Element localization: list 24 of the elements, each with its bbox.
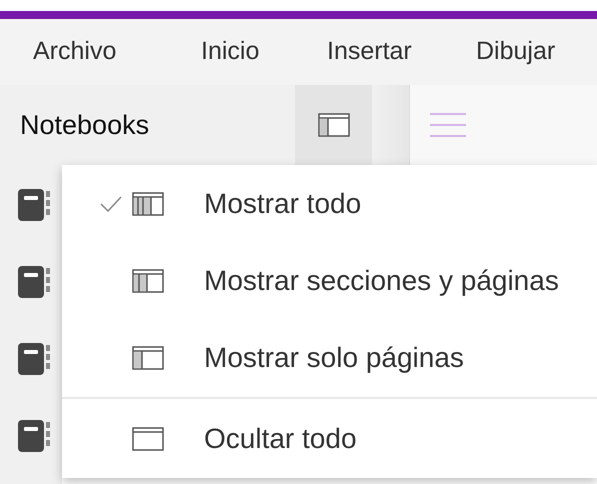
layout-icon xyxy=(132,426,164,450)
menu-item-label: Mostrar todo xyxy=(204,186,362,220)
menu-item[interactable]: Ocultar todo xyxy=(62,400,597,477)
layout-icon xyxy=(318,113,350,137)
menu-item-label: Mostrar solo páginas xyxy=(204,340,464,375)
menu-item-label: Ocultar todo xyxy=(204,422,357,456)
notebook-icon xyxy=(16,264,52,300)
menu-tab[interactable]: Dibujar xyxy=(476,37,556,66)
notebook-icon xyxy=(16,418,52,454)
layout-icon xyxy=(132,346,164,370)
layout-icon xyxy=(132,268,164,292)
menu-item[interactable]: Mostrar todo xyxy=(62,165,597,242)
menu-tab[interactable]: Inicio xyxy=(201,37,260,66)
menu-item[interactable]: Mostrar solo páginas xyxy=(62,319,597,396)
menu-tab[interactable]: Insertar xyxy=(327,37,412,66)
view-toggle-button[interactable] xyxy=(295,85,372,165)
menu-item[interactable]: Mostrar secciones y páginas xyxy=(62,242,597,319)
sidebar-title: Notebooks xyxy=(20,108,150,142)
notebook-icon xyxy=(16,341,52,377)
menu-item-label: Mostrar secciones y páginas xyxy=(204,264,559,298)
menu-icon[interactable] xyxy=(430,112,466,138)
menu-tab[interactable]: Archivo xyxy=(33,37,116,66)
layout-icon xyxy=(132,192,164,216)
notebook-icon xyxy=(16,187,52,223)
